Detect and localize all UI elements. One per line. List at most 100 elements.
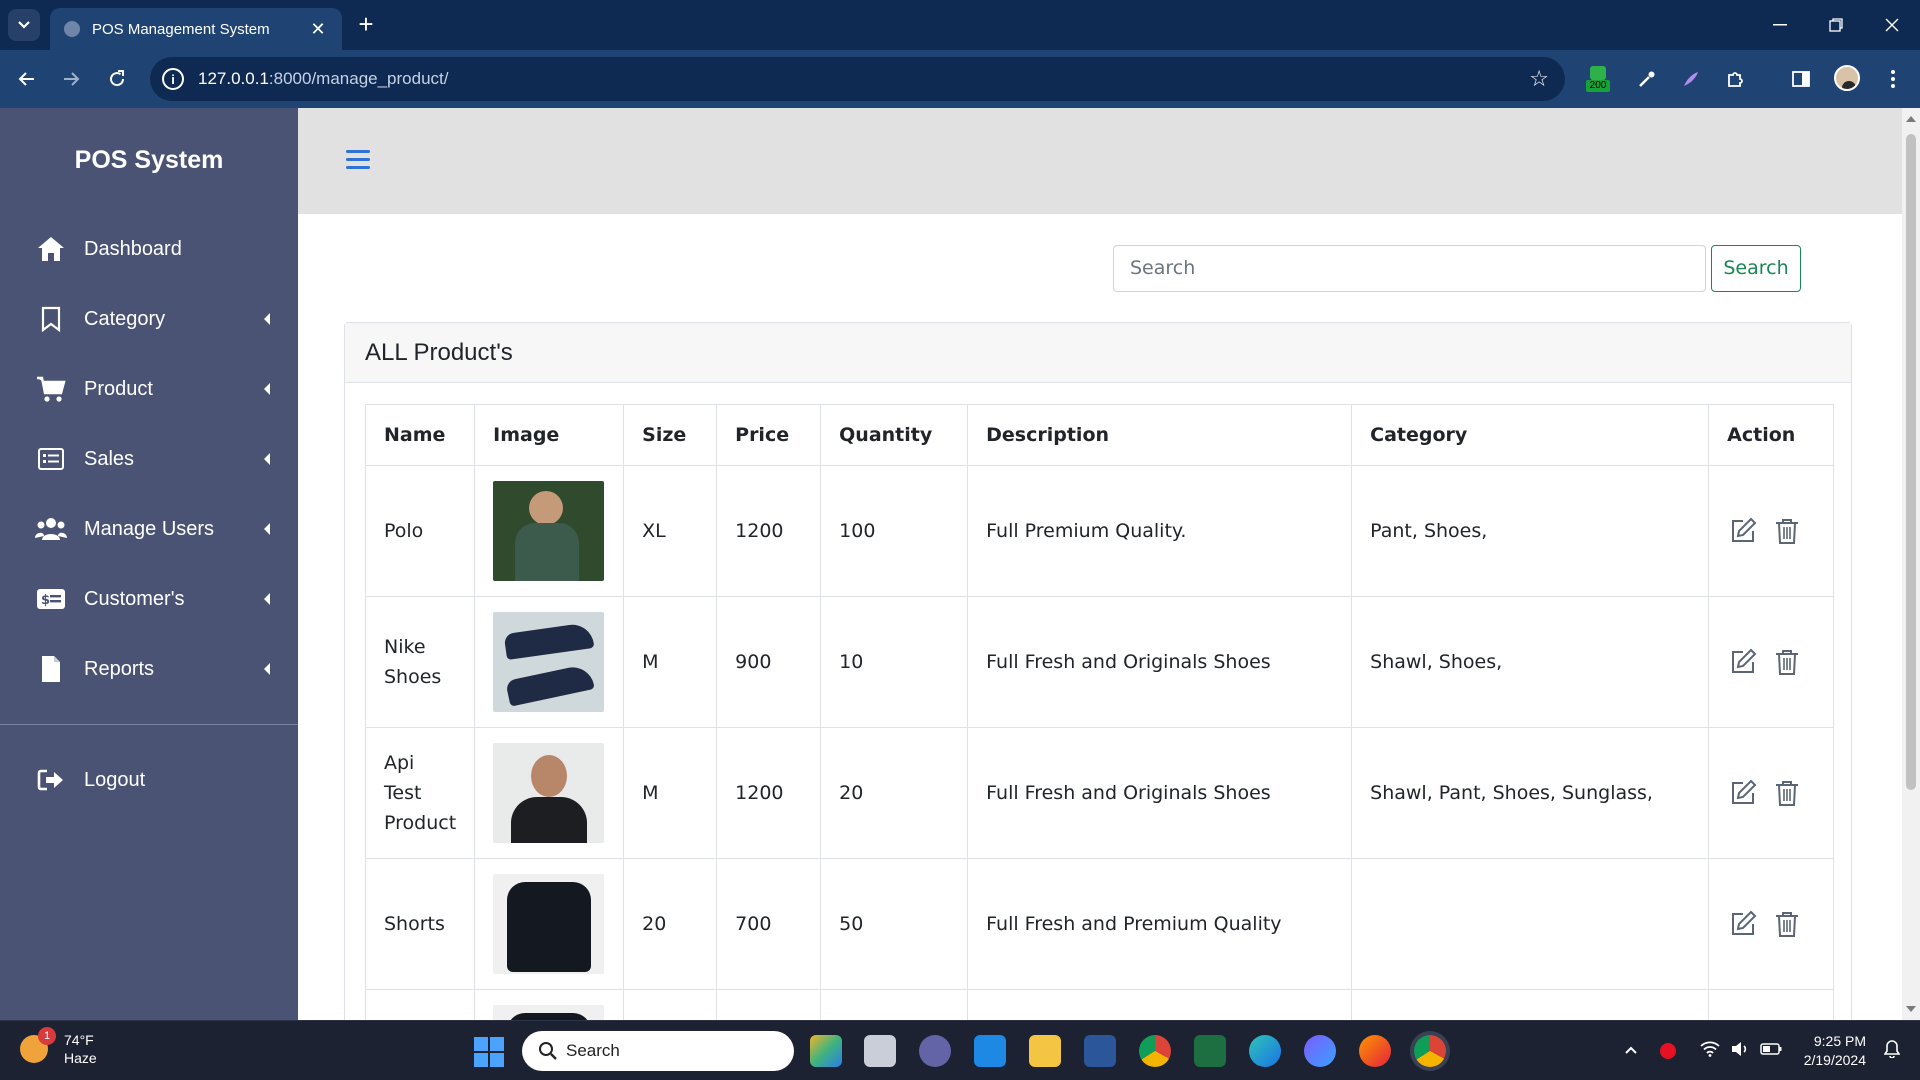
sidebar-item-dashboard[interactable]: Dashboard — [0, 224, 298, 274]
cell-category: Shawl, Pant, Shoes, Sunglass, — [1351, 727, 1710, 859]
sidebar-item-product[interactable]: Product — [0, 364, 298, 414]
edit-icon[interactable] — [1727, 515, 1759, 547]
cell-size: M — [623, 596, 718, 728]
feather-extension[interactable] — [1676, 64, 1706, 94]
trash-icon[interactable] — [1771, 646, 1803, 678]
file-icon — [34, 652, 68, 686]
forward-button[interactable] — [56, 64, 86, 94]
minimize-button[interactable] — [1752, 0, 1808, 50]
table-row: Polo XL 1200 100 Full Premium Quality. P… — [364, 465, 1835, 597]
product-image — [493, 743, 605, 843]
browser-tab-bar: POS Management System ✕ + — [0, 0, 1920, 50]
sidebar-item-label: Logout — [84, 768, 146, 791]
caret-left-icon — [264, 593, 270, 605]
edit-icon[interactable] — [1727, 646, 1759, 678]
cell-size — [623, 989, 718, 1020]
volume-icon[interactable] — [1730, 1041, 1750, 1062]
cell-quantity: 10 — [820, 596, 969, 728]
browser-toolbar: i 127.0.0.1:8000/manage_product/ ☆ 200 — [0, 50, 1920, 108]
notification-bell-icon[interactable] — [1883, 1039, 1901, 1063]
firefox-app-icon[interactable] — [1359, 1035, 1391, 1067]
table-row: Nike Shoes M 900 10 Full Fresh and Origi… — [364, 596, 1835, 728]
edit-icon[interactable] — [1727, 908, 1759, 940]
trash-icon[interactable] — [1771, 777, 1803, 809]
eyedropper-extension[interactable] — [1632, 64, 1662, 94]
url-host: 127.0.0.1 — [198, 69, 269, 88]
back-button[interactable] — [12, 64, 42, 94]
reload-icon — [110, 70, 125, 87]
taskbar-search[interactable]: Search — [522, 1031, 794, 1071]
scroll-down-arrow-icon[interactable] — [1906, 1006, 1916, 1012]
table-row: Shorts 20 700 50 Full Fresh and Premium … — [364, 858, 1835, 990]
brand-title: POS System — [74, 146, 224, 174]
sidebar-item-label: Reports — [84, 657, 155, 680]
restore-button[interactable] — [1808, 0, 1864, 50]
vscode-app-icon[interactable] — [974, 1035, 1006, 1067]
sidebar: POS System Dashboard Category Product Sa… — [0, 108, 298, 1020]
battery-icon[interactable] — [1759, 1042, 1782, 1060]
card-title: ALL Product's — [365, 339, 513, 366]
word-app-icon[interactable] — [1084, 1035, 1116, 1067]
sidebar-item-category[interactable]: Category — [0, 294, 298, 344]
cell-actions — [1708, 727, 1835, 859]
chevron-up-icon[interactable] — [1624, 1042, 1638, 1060]
bookmark-icon — [34, 302, 68, 336]
new-tab-button[interactable]: + — [352, 10, 380, 38]
cell-actions — [1708, 465, 1835, 597]
chrome-profile-app-icon[interactable] — [1414, 1035, 1446, 1067]
trash-icon[interactable] — [1771, 908, 1803, 940]
browser-tab-active[interactable]: POS Management System ✕ — [50, 8, 342, 50]
product-image — [493, 1005, 605, 1020]
sidebar-item-manage-users[interactable]: Manage Users — [0, 504, 298, 554]
copilot-app-icon[interactable] — [810, 1035, 842, 1067]
weather-widget[interactable]: 1 74°F Haze — [20, 1027, 97, 1067]
cell-name: Api Test Product — [364, 727, 476, 859]
sidebar-item-customers[interactable]: $ Customer's — [0, 574, 298, 624]
sidebar-item-sales[interactable]: Sales — [0, 434, 298, 484]
wifi-icon[interactable] — [1700, 1041, 1720, 1062]
cell-name: Nike Shoes — [364, 596, 476, 728]
site-info-icon[interactable]: i — [162, 68, 184, 90]
column-header-price: Price — [716, 404, 822, 466]
record-icon[interactable] — [1659, 1043, 1676, 1059]
taskbar-search-label: Search — [566, 1041, 620, 1060]
cell-image — [474, 727, 625, 859]
excel-app-icon[interactable] — [1194, 1035, 1226, 1067]
hamburger-menu-icon[interactable] — [346, 150, 370, 170]
url-path: :8000/manage_product/ — [268, 69, 449, 88]
cart-icon — [34, 372, 68, 406]
scroll-up-arrow-icon[interactable] — [1906, 116, 1916, 122]
reload-button[interactable] — [102, 64, 132, 94]
profile-avatar[interactable] — [1834, 65, 1860, 91]
taskbar-clock[interactable]: 9:25 PM 2/19/2024 — [1804, 1032, 1866, 1070]
sidebar-item-reports[interactable]: Reports — [0, 644, 298, 694]
file-explorer-icon[interactable] — [1029, 1035, 1061, 1067]
search-button[interactable]: Search — [1711, 245, 1801, 292]
cell-quantity — [820, 989, 969, 1020]
bookmark-star-icon[interactable]: ☆ — [1529, 66, 1549, 92]
firefox-dev-app-icon[interactable] — [1304, 1035, 1336, 1067]
page-scrollbar[interactable] — [1902, 108, 1920, 1020]
start-button[interactable] — [474, 1037, 504, 1067]
cell-image — [474, 858, 625, 990]
extension-counter[interactable]: 200 — [1584, 64, 1612, 92]
task-view-icon[interactable] — [864, 1035, 896, 1067]
close-window-button[interactable] — [1864, 0, 1920, 50]
chrome-app-icon[interactable] — [1139, 1035, 1171, 1067]
edit-icon[interactable] — [1727, 777, 1759, 809]
side-panel-button[interactable] — [1786, 64, 1816, 94]
browser-menu-button[interactable] — [1878, 64, 1908, 94]
trash-icon[interactable] — [1771, 515, 1803, 547]
address-bar[interactable]: i 127.0.0.1:8000/manage_product/ ☆ — [150, 57, 1565, 101]
teams-app-icon[interactable] — [919, 1035, 951, 1067]
sidebar-item-logout[interactable]: Logout — [0, 755, 298, 805]
search-input[interactable]: Search — [1113, 245, 1706, 292]
tab-search-dropdown[interactable] — [8, 9, 40, 41]
url-text[interactable]: 127.0.0.1:8000/manage_product/ — [198, 69, 1529, 89]
scrollbar-thumb[interactable] — [1906, 134, 1916, 790]
eyedropper-icon — [1639, 71, 1655, 87]
extensions-button[interactable] — [1720, 64, 1750, 94]
system-tray: 9:25 PM 2/19/2024 — [1624, 1021, 1920, 1080]
edge-app-icon[interactable] — [1249, 1035, 1281, 1067]
close-tab-icon[interactable]: ✕ — [308, 19, 328, 40]
